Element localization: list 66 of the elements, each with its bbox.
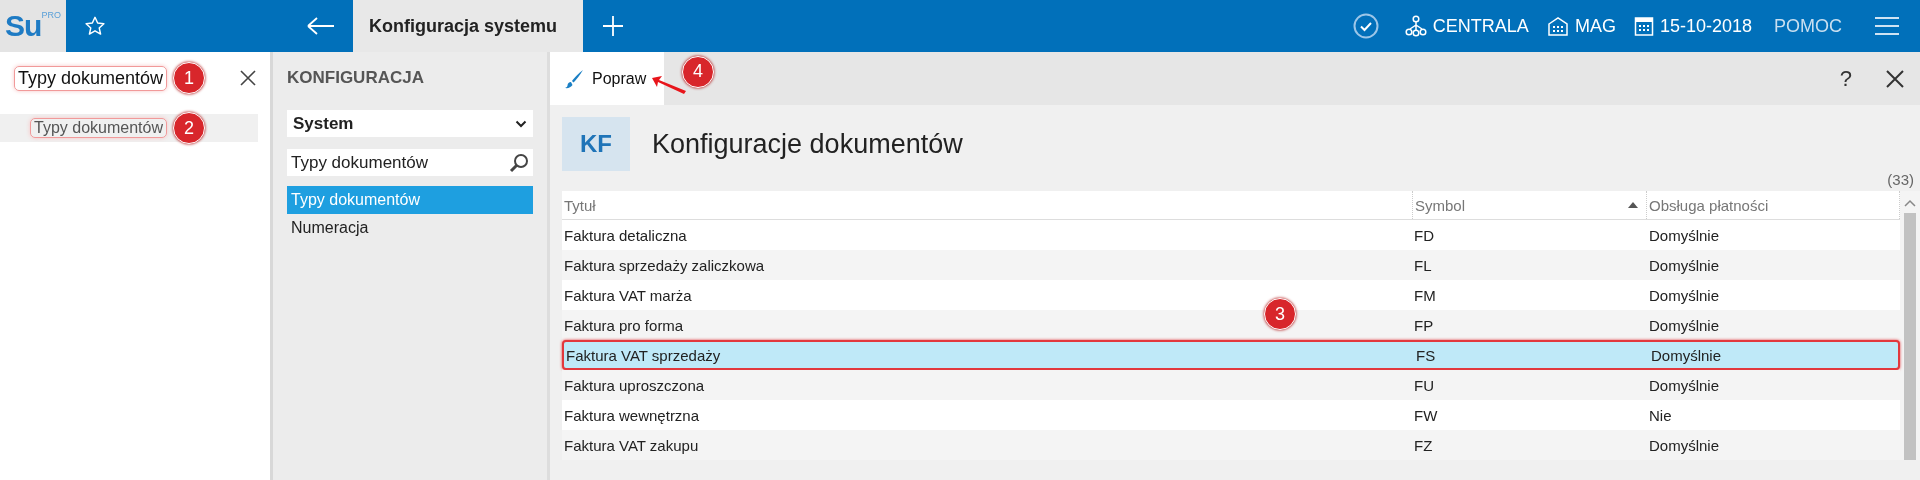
annotation-marker: 3	[1264, 298, 1296, 330]
table-cell-text: FS	[1415, 346, 1437, 364]
table-cell-text: Domyślnie	[1648, 376, 1721, 394]
table-cell-text: Domyślnie	[1648, 436, 1721, 454]
panel-title: KONFIGURACJA	[287, 67, 425, 89]
back-arrow-icon[interactable]	[305, 16, 336, 36]
scrollbar-thumb[interactable]	[1904, 213, 1916, 460]
pointer-arrow-icon	[652, 73, 686, 96]
table-cell-text: FZ	[1413, 436, 1434, 454]
close-icon[interactable]	[1886, 69, 1904, 88]
record-count: (33)	[1887, 171, 1914, 190]
table-cell-text: Faktura sprzedaży zaliczkowa	[563, 256, 766, 274]
chevron-down-icon	[515, 119, 527, 128]
close-icon[interactable]	[240, 70, 256, 86]
scroll-up-icon[interactable]	[1904, 199, 1916, 207]
column-header[interactable]: Tytuł	[562, 191, 1412, 219]
plus-icon[interactable]	[602, 15, 624, 37]
status-label[interactable]: MAG	[1574, 15, 1616, 37]
table-row[interactable]: Faktura wewnętrzna FW Nie	[562, 400, 1900, 430]
config-list-item[interactable]: Numeracja	[287, 214, 533, 242]
column-header[interactable]: Symbol	[1412, 191, 1647, 219]
document-title: Konfiguracje dokumentów	[652, 128, 963, 160]
table-row[interactable]: Faktura detaliczna FD Domyślnie	[562, 220, 1900, 250]
annotation-marker: 2	[172, 112, 205, 144]
table-cell-text: FL	[1413, 256, 1433, 274]
table-cell-text: Faktura detaliczna	[563, 226, 688, 244]
search-icon	[509, 152, 529, 173]
check-circle-icon[interactable]	[1352, 13, 1379, 39]
table-row[interactable]: Faktura uproszczona FU Domyślnie	[562, 370, 1900, 400]
tab[interactable]: Konfiguracja systemu	[353, 0, 583, 52]
document-badge: KF	[562, 117, 630, 171]
edit-button[interactable]: Popraw	[550, 52, 664, 105]
status-label[interactable]: 15-10-2018	[1659, 15, 1752, 37]
table-cell-text: Faktura VAT sprzedaży	[565, 346, 722, 364]
help-button[interactable]: ?	[1839, 65, 1852, 92]
category-dropdown[interactable]: System	[287, 110, 533, 137]
table-cell-text: Domyślnie	[1648, 316, 1721, 334]
app-logo[interactable]: Su$^{PRO}$	[0, 0, 66, 52]
sort-up-icon	[1628, 202, 1638, 208]
menu-icon[interactable]	[1874, 16, 1900, 36]
status-label[interactable]: CENTRALA	[1432, 15, 1529, 37]
table-row[interactable]: Faktura VAT zakupu FZ Domyślnie	[562, 430, 1900, 460]
table-cell-text: FU	[1413, 376, 1435, 394]
table-cell-text: Nie	[1648, 406, 1673, 424]
calendar-icon	[1633, 15, 1654, 37]
star-icon[interactable]	[84, 15, 106, 37]
table-cell-text: Domyślnie	[1648, 226, 1721, 244]
table-cell-text: Faktura wewnętrzna	[563, 406, 701, 424]
table-row[interactable]: Faktura sprzedaży zaliczkowa FL Domyślnie	[562, 250, 1900, 280]
annotation-marker: 4	[682, 55, 714, 88]
brush-icon	[564, 68, 584, 89]
status-label[interactable]: POMOC	[1774, 15, 1842, 37]
table-cell-text: Faktura VAT zakupu	[563, 436, 700, 454]
filter-field[interactable]: Typy dokumentów	[287, 149, 533, 176]
search-field[interactable]: Typy dokumentów	[14, 65, 168, 91]
table-cell-text: Domyślnie	[1650, 346, 1723, 364]
annotation-marker: 1	[173, 62, 206, 94]
table-cell-text: FW	[1413, 406, 1439, 424]
table-cell-text: Faktura pro forma	[563, 316, 685, 334]
building-icon	[1546, 15, 1569, 37]
table-cell-text: FP	[1413, 316, 1435, 334]
network-icon	[1404, 15, 1427, 37]
table-cell-text: FD	[1413, 226, 1435, 244]
search-result[interactable]: Typy dokumentów	[30, 118, 167, 138]
table-cell-text: Faktura uproszczona	[563, 376, 706, 394]
table-cell-text: Domyślnie	[1648, 256, 1721, 274]
